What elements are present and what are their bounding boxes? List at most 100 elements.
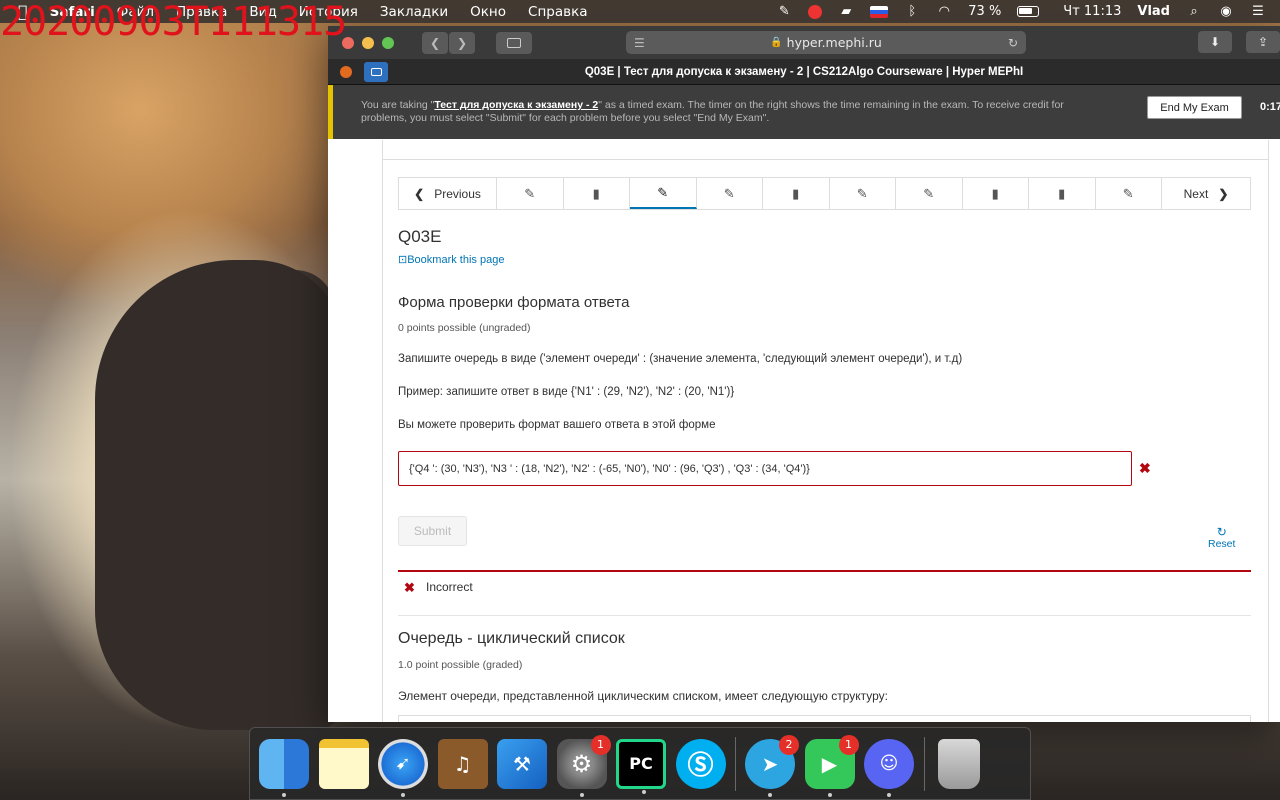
problem-hint: Вы можете проверить формат вашего ответа… bbox=[398, 419, 716, 431]
finder-icon[interactable] bbox=[259, 738, 309, 797]
end-exam-button[interactable]: End My Exam bbox=[1147, 96, 1242, 119]
share-icon[interactable]: ⇪ bbox=[1246, 31, 1280, 53]
exam-timer: 0:17: bbox=[1260, 101, 1280, 113]
notes-icon[interactable] bbox=[318, 738, 369, 789]
forward-button[interactable]: ❯ bbox=[449, 31, 475, 54]
address-bar[interactable]: ☰ 🔒 hyper.mephi.ru ↻ bbox=[626, 31, 1026, 54]
book-icon: ▮ bbox=[991, 185, 999, 201]
status-label: Incorrect bbox=[426, 580, 473, 594]
chevron-left-icon: ❮ bbox=[414, 186, 425, 201]
skype-icon[interactable]: Ⓢ bbox=[675, 738, 726, 789]
zoom-window-button[interactable] bbox=[382, 36, 394, 49]
video-camera-icon: ▶ bbox=[821, 751, 838, 776]
book-icon: ▮ bbox=[792, 185, 800, 201]
notification-record-icon[interactable] bbox=[808, 4, 823, 19]
edit-icon: ✎ bbox=[723, 185, 735, 201]
sidebar-toggle-button[interactable] bbox=[496, 31, 532, 54]
compass-needle-icon: ➹ bbox=[395, 753, 411, 774]
pycharm-icon[interactable]: PC bbox=[616, 738, 666, 794]
gear-icon: ⚙ bbox=[570, 749, 593, 778]
battery-percent[interactable]: 73 % bbox=[968, 4, 1001, 19]
discord-icon[interactable]: ☺ bbox=[864, 738, 914, 797]
bookmark-icon: ⊡ bbox=[398, 254, 408, 266]
unit-tab-3[interactable]: ✎ bbox=[630, 178, 697, 209]
exam-banner-prefix: You are taking " bbox=[361, 99, 435, 111]
unit-tab-5[interactable]: ▮ bbox=[763, 178, 830, 209]
close-x-icon: ✖ bbox=[404, 580, 415, 595]
unit-tab-8[interactable]: ▮ bbox=[963, 178, 1029, 209]
bookmark-link[interactable]: ⊡Bookmark this page bbox=[398, 253, 504, 266]
unit-tab-4[interactable]: ✎ bbox=[697, 178, 763, 209]
bookmark-label: Bookmark this page bbox=[407, 254, 505, 266]
running-indicator bbox=[579, 792, 584, 797]
notification-badge: 1 bbox=[590, 734, 611, 755]
chevron-right-icon: ❯ bbox=[1218, 186, 1229, 201]
next-button[interactable]: Next ❯ bbox=[1162, 178, 1250, 209]
reset-button[interactable]: ↻ Reset bbox=[1208, 526, 1235, 550]
edit-icon: ✎ bbox=[657, 184, 669, 200]
trash-icon[interactable] bbox=[937, 738, 980, 789]
unit-tab-7[interactable]: ✎ bbox=[896, 178, 963, 209]
back-button[interactable]: ❮ bbox=[422, 31, 448, 54]
reader-view-icon[interactable]: ☰ bbox=[634, 36, 645, 50]
facetime-icon[interactable]: ▶ 1 bbox=[804, 734, 859, 797]
running-indicator bbox=[768, 792, 772, 797]
spotlight-search-icon[interactable]: ⌕ bbox=[1186, 4, 1202, 19]
running-indicator bbox=[401, 792, 405, 797]
dock-separator bbox=[923, 736, 925, 791]
unit-tab-2[interactable]: ▮ bbox=[564, 178, 630, 209]
safari-icon[interactable]: ➹ bbox=[378, 738, 428, 797]
incorrect-icon: ✖ bbox=[1139, 460, 1151, 476]
wifi-icon[interactable]: ◠ bbox=[936, 4, 952, 19]
notification-center-icon[interactable]: ☰ bbox=[1250, 4, 1266, 19]
problem-2-points: 1.0 point possible (graded) bbox=[398, 659, 523, 671]
unit-tab-10[interactable]: ✎ bbox=[1096, 178, 1162, 209]
guitar-icon: ♫ bbox=[453, 751, 472, 776]
xcode-icon[interactable]: ⚒ bbox=[497, 738, 547, 789]
sidebar-icon bbox=[507, 37, 521, 48]
edit-icon: ✎ bbox=[923, 185, 935, 201]
chat-icon[interactable]: ▰ bbox=[838, 4, 854, 19]
active-tab-title[interactable]: Q03E | Тест для допуска к экзамену - 2 |… bbox=[328, 66, 1280, 78]
russian-flag-icon[interactable] bbox=[870, 5, 889, 18]
unit-tab-9[interactable]: ▮ bbox=[1029, 178, 1096, 209]
pen-icon[interactable]: ✎ bbox=[776, 4, 792, 19]
timed-exam-banner: You are taking "Тест для допуска к экзам… bbox=[328, 85, 1280, 139]
user-name[interactable]: Vlad bbox=[1137, 4, 1170, 19]
unit-tab-1[interactable]: ✎ bbox=[497, 178, 564, 209]
minimize-window-button[interactable] bbox=[362, 36, 374, 49]
history-nav: ❮ ❯ bbox=[422, 31, 476, 54]
telegram-icon[interactable]: ➤ 2 bbox=[745, 734, 799, 797]
sequence-navigation: ❮ Previous ✎ ▮ ✎ ✎ ▮ ✎ ✎ ▮ ▮ ✎ Next ❯ bbox=[398, 177, 1251, 210]
battery-icon[interactable] bbox=[1017, 6, 1040, 17]
system-preferences-icon[interactable]: ⚙ 1 bbox=[556, 734, 611, 797]
browser-toolbar: ❮ ❯ ☰ 🔒 hyper.mephi.ru ↻ ⬇ ⇪ bbox=[328, 26, 1280, 59]
problem-2-title: Очередь - циклический список bbox=[398, 630, 625, 647]
running-indicator bbox=[827, 792, 832, 797]
problem-title: Форма проверки формата ответа bbox=[398, 294, 630, 311]
pycharm-label: PC bbox=[629, 754, 653, 773]
webcam-person bbox=[95, 260, 345, 730]
menu-item-bookmarks[interactable]: Закладки bbox=[380, 4, 448, 20]
answer-input[interactable] bbox=[398, 451, 1132, 486]
clock[interactable]: Чт 11:13 bbox=[1063, 4, 1121, 19]
exam-banner-message: You are taking "Тест для допуска к экзам… bbox=[361, 99, 1101, 125]
submit-button[interactable]: Submit bbox=[398, 516, 467, 546]
running-indicator bbox=[642, 789, 646, 794]
dock-separator bbox=[735, 736, 736, 791]
reload-icon[interactable]: ↻ bbox=[1008, 36, 1018, 50]
menu-item-help[interactable]: Справка bbox=[528, 4, 587, 20]
previous-button[interactable]: ❮ Previous bbox=[399, 178, 497, 209]
problem-example: Пример: запишите ответ в виде {'N1' : (2… bbox=[398, 386, 735, 398]
book-icon: ▮ bbox=[592, 185, 600, 201]
menu-item-window[interactable]: Окно bbox=[470, 4, 506, 20]
edit-icon: ✎ bbox=[1122, 185, 1134, 201]
browser-window: ❮ ❯ ☰ 🔒 hyper.mephi.ru ↻ ⬇ ⇪ Q03E | Тест… bbox=[328, 26, 1280, 722]
garageband-icon[interactable]: ♫ bbox=[437, 738, 488, 789]
siri-icon[interactable]: ◉ bbox=[1218, 4, 1234, 19]
exam-name-link[interactable]: Тест для допуска к экзамену - 2 bbox=[434, 99, 598, 111]
downloads-icon[interactable]: ⬇ bbox=[1198, 31, 1232, 53]
paper-plane-icon: ➤ bbox=[761, 751, 779, 776]
unit-tab-6[interactable]: ✎ bbox=[830, 178, 896, 209]
bluetooth-icon[interactable]: ᛒ bbox=[904, 4, 920, 19]
